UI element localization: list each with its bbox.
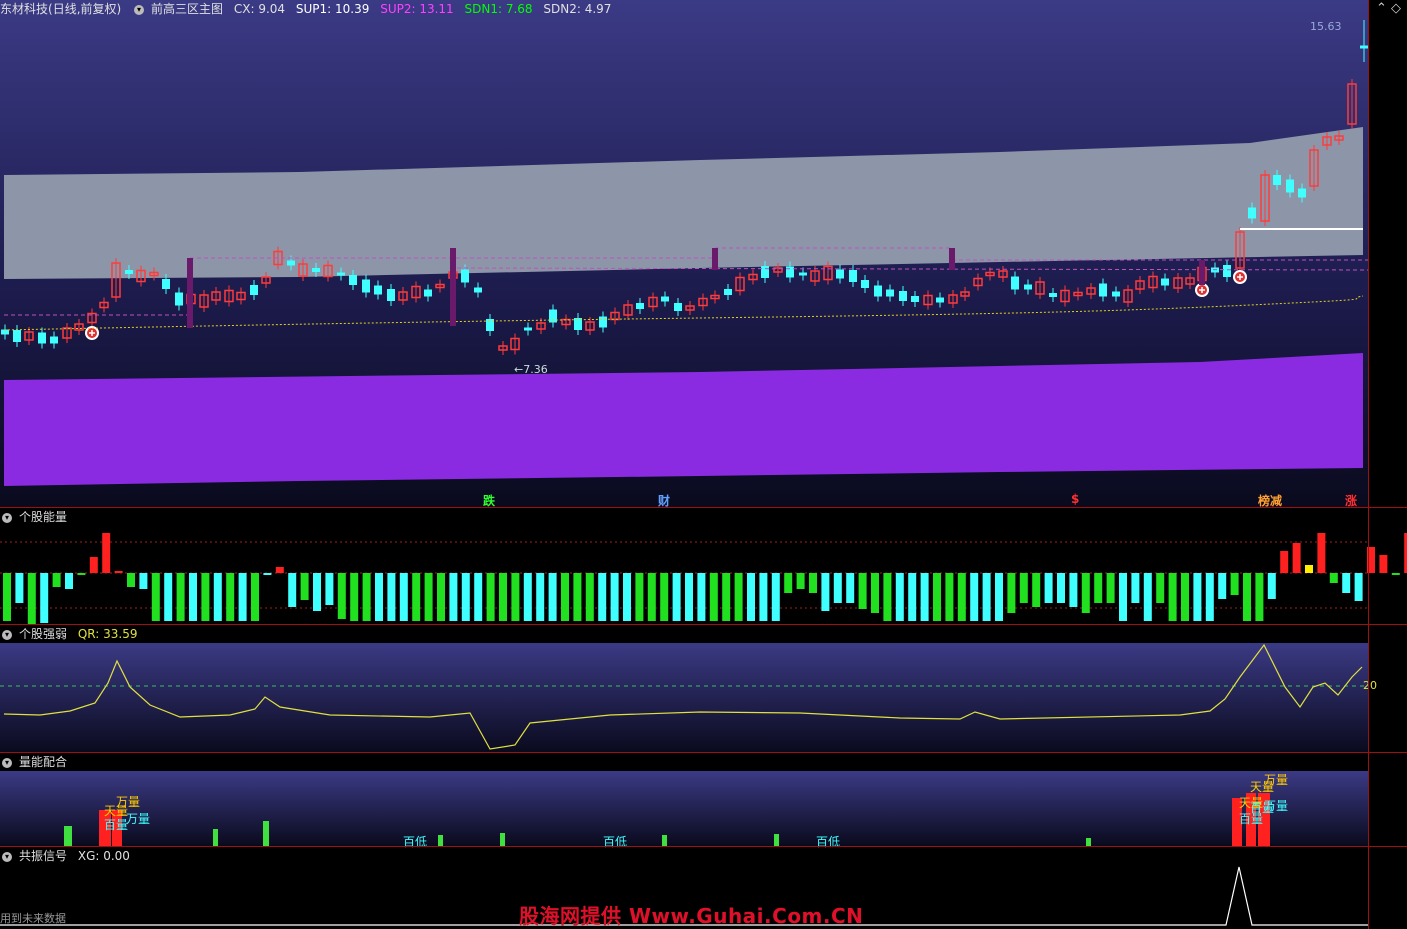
chevron-down-icon[interactable]: ▾ [2,629,12,640]
level-20-label: 20 [1363,679,1377,692]
volume-label-3: 万量 [126,812,151,826]
up-arrow-icon[interactable]: ⌃ [1376,1,1387,16]
high-price-label: 15.63 [1310,20,1342,33]
value-sdn1: SDN1: 7.68 [464,2,533,16]
volume-match-header: ▾ 量能配合 [0,753,74,771]
volume-label-9: 万量 [1264,773,1289,787]
strength-title[interactable]: 个股强弱 [19,627,67,641]
chevron-down-icon[interactable]: ▾ [2,757,12,768]
stock-name[interactable]: 东材科技 [0,2,48,16]
value-sup1: SUP1: 10.39 [295,2,370,16]
low-price-label: ←7.36 [514,363,548,376]
chevron-down-icon[interactable]: ▾ [2,851,12,862]
main-chart-panel[interactable]: 东材科技(日线,前复权) ▾ 前高三区主图 CX: 9.04 SUP1: 10.3… [0,0,1407,508]
value-sup2: SUP2: 13.11 [380,2,454,16]
resonance-header: ▾ 共振信号 XG: 0.00 [0,847,137,865]
diamond-icon[interactable]: ◇ [1391,1,1401,16]
brand-watermark: 股海网提供 Www.Guhai.Com.CN [519,904,864,928]
value-cx: CX: 9.04 [233,2,286,16]
indicator-name[interactable]: 前高三区主图 [151,2,223,16]
volume-match-panel[interactable]: ▾ 量能配合 天量 万量 百量 万量 百低 百低 百低 天量 天量 万量 百量 万量 百量 [0,753,1407,849]
resonance-title[interactable]: 共振信号 [19,849,67,863]
value-sdn2: SDN2: 4.97 [543,2,612,16]
volume-match-chart [0,771,1368,846]
stock-period: (日线,前复权) [48,2,122,16]
energy-panel[interactable]: ▾ 个股能量 [0,508,1407,624]
volume-match-title[interactable]: 量能配合 [19,755,67,769]
volume-label-2: 百量 [104,818,129,832]
energy-title[interactable]: 个股能量 [19,510,67,524]
strength-line-chart [0,643,1368,752]
resonance-value: XG: 0.00 [77,849,130,863]
energy-bar-chart [0,533,1407,624]
marker-dollar: $ [1071,492,1080,506]
strength-header: ▾ 个股强弱 QR: 33.59 [0,625,144,643]
main-header: 东材科技(日线,前复权) ▾ 前高三区主图 CX: 9.04 SUP1: 10.3… [0,0,618,18]
strength-value: QR: 33.59 [77,627,138,641]
volume-label-1: 万量 [116,795,141,809]
volume-label-12: 百量 [1250,801,1275,815]
chevron-down-icon[interactable]: ▾ [2,512,12,523]
candlestick-chart[interactable] [0,0,1407,507]
strength-panel[interactable]: ▾ 个股强弱 QR: 33.59 20 [0,625,1407,752]
energy-header: ▾ 个股能量 [0,508,74,526]
future-data-note: 用到未来数据 [0,912,66,925]
chevron-down-icon[interactable]: ▾ [134,4,145,15]
